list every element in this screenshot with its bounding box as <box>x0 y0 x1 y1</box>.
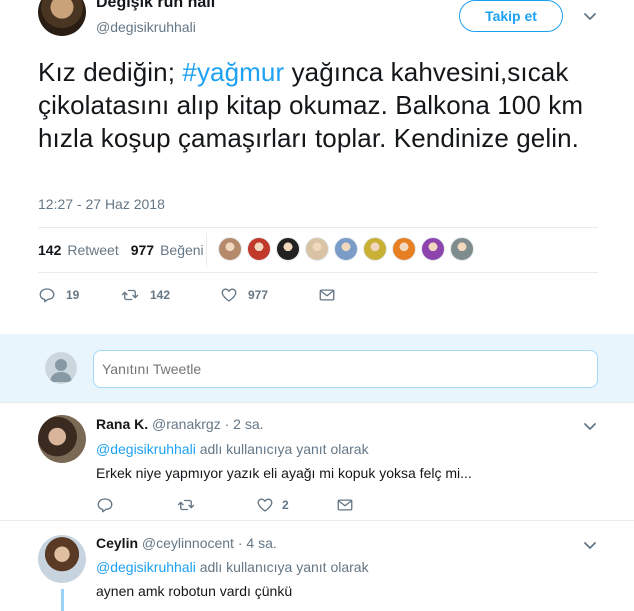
tweet-stats: 142 Retweet 977 Beğeni <box>38 233 474 267</box>
reply-tweet[interactable]: Rana K. @ranakrgz · 2 sa. @degisikruhhal… <box>0 402 634 520</box>
reply-input[interactable] <box>93 350 598 388</box>
envelope-icon <box>337 499 353 511</box>
reply-author-handle[interactable]: @ceylinnocent <box>142 535 234 551</box>
reply-context-suffix: adlı kullanıcıya yanıt olarak <box>195 559 369 575</box>
reply-icon <box>39 288 55 303</box>
reply-count: 19 <box>66 288 80 302</box>
reply-header: Ceylin @ceylinnocent · 4 sa. <box>96 535 277 551</box>
chevron-down-icon[interactable] <box>582 537 598 553</box>
likers-avatars <box>218 237 479 261</box>
reply-avatar[interactable] <box>38 415 86 463</box>
tweet-timestamp[interactable]: 12:27 - 27 Haz 2018 <box>38 196 165 212</box>
reply-tweet[interactable]: Ceylin @ceylinnocent · 4 sa. @degisikruh… <box>0 520 634 611</box>
liker-avatar[interactable] <box>450 237 474 261</box>
liker-avatar[interactable] <box>305 237 329 261</box>
retweet-action[interactable] <box>176 496 256 514</box>
liker-avatar[interactable] <box>334 237 358 261</box>
liker-avatar[interactable] <box>276 237 300 261</box>
reply-header: Rana K. @ranakrgz · 2 sa. <box>96 416 264 432</box>
reply-action[interactable] <box>96 496 176 514</box>
reply-text: Erkek niye yapmıyor yazık eli ayağı mi k… <box>96 465 472 481</box>
retweet-count[interactable]: 142 <box>38 242 61 258</box>
reply-text: aynen amk robotun vardı çünkü <box>96 583 293 599</box>
liker-avatar[interactable] <box>218 237 242 261</box>
liker-avatar[interactable] <box>421 237 445 261</box>
default-user-icon <box>50 359 72 382</box>
reply-author-name[interactable]: Ceylin <box>96 535 138 551</box>
follow-button[interactable]: Takip et <box>459 0 563 32</box>
stats-separator <box>206 233 207 267</box>
direct-message-action[interactable] <box>336 496 416 514</box>
author-handle[interactable]: @degisikruhhali <box>96 19 196 35</box>
reply-author-handle[interactable]: @ranakrgz <box>152 416 221 432</box>
author-avatar[interactable] <box>38 0 86 36</box>
reply-icon <box>97 498 113 513</box>
direct-message-action[interactable] <box>318 286 346 304</box>
hashtag-link[interactable]: #yağmur <box>182 57 284 87</box>
like-count[interactable]: 977 <box>131 242 154 258</box>
thread-connector-line <box>61 589 64 611</box>
tweet-actions: 19 142 977 <box>38 283 368 307</box>
heart-icon <box>257 498 273 512</box>
tweet-text-part1: Kız dediğin; <box>38 57 183 87</box>
reply-mention-link[interactable]: @degisikruhhali <box>96 559 196 575</box>
reply-avatar[interactable] <box>38 535 86 583</box>
like-action-count: 977 <box>248 288 269 302</box>
reply-action[interactable]: 19 <box>38 286 98 304</box>
reply-like-count: 2 <box>282 498 289 512</box>
liker-avatar[interactable] <box>392 237 416 261</box>
reply-context: @degisikruhhali adlı kullanıcıya yanıt o… <box>96 559 369 575</box>
reply-author-name[interactable]: Rana K. <box>96 416 148 432</box>
reply-age[interactable]: · 2 sa. <box>225 416 264 432</box>
divider <box>38 227 598 228</box>
retweet-action-count: 142 <box>150 288 171 302</box>
reply-compose-area <box>0 334 634 402</box>
current-user-avatar <box>45 352 77 384</box>
retweet-action[interactable]: 142 <box>120 286 198 304</box>
heart-icon <box>221 288 237 302</box>
envelope-icon <box>319 289 335 301</box>
reply-mention-link[interactable]: @degisikruhhali <box>96 441 196 457</box>
reply-context-suffix: adlı kullanıcıya yanıt olarak <box>195 441 369 457</box>
reply-actions: 2 <box>96 495 416 515</box>
like-action[interactable]: 977 <box>220 286 296 304</box>
divider <box>38 272 598 273</box>
chevron-down-icon[interactable] <box>582 8 598 24</box>
reply-age[interactable]: · 4 sa. <box>238 535 277 551</box>
like-action[interactable]: 2 <box>256 496 336 514</box>
reply-context: @degisikruhhali adlı kullanıcıya yanıt o… <box>96 441 369 457</box>
liker-avatar[interactable] <box>247 237 271 261</box>
tweet-text: Kız dediğin; #yağmur yağınca kahvesini,s… <box>38 56 598 155</box>
retweet-icon <box>177 499 195 511</box>
retweet-label[interactable]: Retweet <box>67 242 118 258</box>
author-name[interactable]: Değişik ruh hali <box>96 0 215 12</box>
main-tweet: Değişik ruh hali @degisikruhhali Takip e… <box>0 0 634 334</box>
chevron-down-icon[interactable] <box>582 418 598 434</box>
retweet-icon <box>121 289 139 301</box>
like-label[interactable]: Beğeni <box>160 242 204 258</box>
liker-avatar[interactable] <box>363 237 387 261</box>
